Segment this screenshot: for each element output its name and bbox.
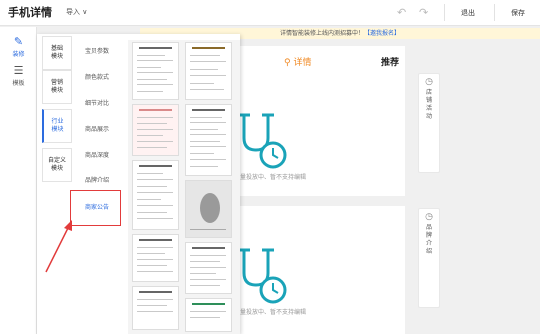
- annotation-arrow: [45, 220, 72, 273]
